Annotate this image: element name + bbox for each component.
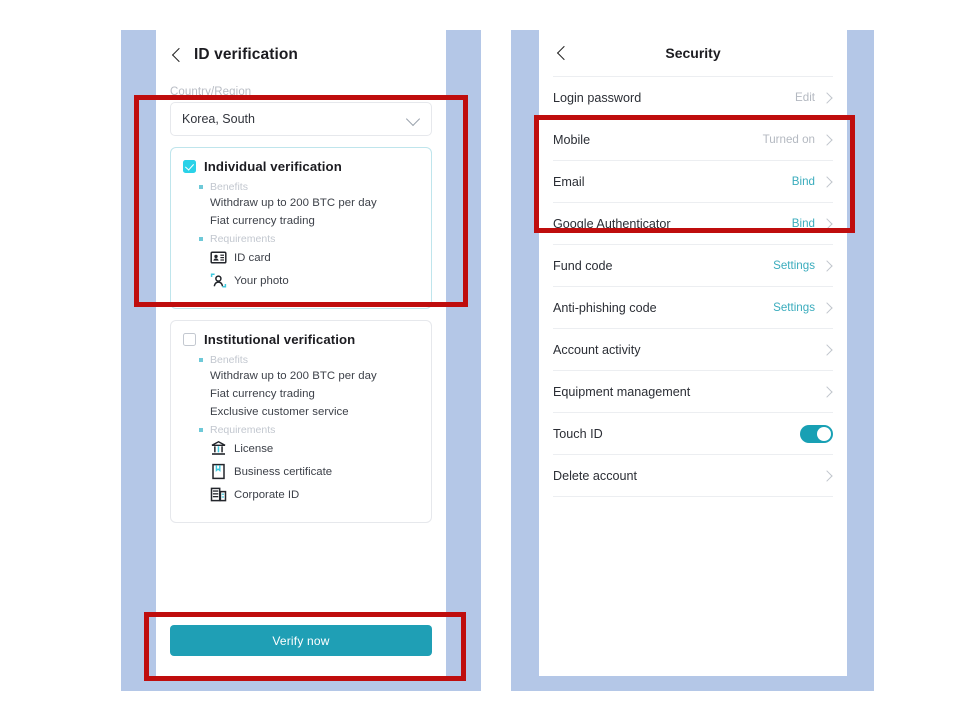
row-value-group: Settings [773,259,833,272]
row-value-group: Edit [795,91,833,104]
security-row-touch-id[interactable]: Touch ID [539,413,847,454]
institutional-requirements-label: Requirements [199,424,419,436]
row-value[interactable]: Settings [773,301,815,314]
row-label: Anti-phishing code [553,300,657,315]
document-certificate-icon [210,463,227,480]
chevron-right-icon [822,218,833,229]
bullet-square-icon [199,358,203,362]
row-value-group: Settings [773,301,833,314]
chevron-left-icon[interactable] [553,44,571,62]
institutional-card-title: Institutional verification [204,332,356,347]
row-value-group: Turned on [763,133,833,146]
row-label: Equipment management [553,384,691,399]
institutional-card-header: Institutional verification [183,332,419,347]
requirement-label: License [234,442,274,455]
security-row-account-activity[interactable]: Account activity [539,329,847,370]
security-row-anti-phishing-code[interactable]: Anti-phishing code Settings [539,287,847,328]
row-label: Google Authenticator [553,216,671,231]
individual-card-title: Individual verification [204,159,342,174]
institutional-checkbox[interactable] [183,333,196,346]
row-value-group: Bind [792,175,833,188]
security-row-delete-account[interactable]: Delete account [539,455,847,496]
bank-license-icon [210,440,227,457]
verify-button-container: Verify now [156,625,446,656]
bullet-square-icon [199,237,203,241]
institutional-benefits-label: Benefits [199,354,419,366]
benefit-item: Fiat currency trading [210,215,315,227]
requirement-label: Corporate ID [234,488,300,501]
id-verification-navbar: ID verification [156,30,446,80]
row-label: Touch ID [553,426,603,441]
portrait-photo-icon [210,272,227,289]
requirement-item: Corporate ID [210,486,419,503]
touch-id-toggle[interactable] [800,424,833,443]
row-label: Account activity [553,342,641,357]
requirement-item: Your photo [210,272,419,289]
security-navbar: Security [539,30,847,76]
row-label: Email [553,174,585,189]
requirement-item: ID card [210,249,419,266]
chevron-right-icon [822,386,833,397]
id-card-icon [210,249,227,266]
individual-requirements-label: Requirements [199,233,419,245]
security-row-fund-code[interactable]: Fund code Settings [539,245,847,286]
benefit-item: Withdraw up to 200 BTC per day [210,197,377,209]
country-region-label: Country/Region [170,86,252,98]
chevron-right-icon [822,470,833,481]
benefit-item: Exclusive customer service [210,406,349,418]
row-value-group [822,470,833,481]
chevron-left-icon[interactable] [168,46,186,64]
bullet-square-icon [199,185,203,189]
row-value-group: Bind [792,217,833,230]
security-row-login-password[interactable]: Login password Edit [539,77,847,118]
page-title: Security [665,45,721,61]
row-label: Delete account [553,468,638,483]
country-region-value: Korea, South [182,112,255,126]
requirement-label: Your photo [234,274,289,287]
row-value-group [822,344,833,355]
security-row-google-authenticator[interactable]: Google Authenticator Bind [539,203,847,244]
requirement-label: Business certificate [234,465,333,478]
row-label: Login password [553,90,642,105]
country-region-select[interactable]: Korea, South [170,102,432,136]
requirement-item: Business certificate [210,463,419,480]
bullet-square-icon [199,428,203,432]
individual-benefits-label: Benefits [199,181,419,193]
divider [553,496,833,497]
chevron-right-icon [822,260,833,271]
chevron-right-icon [822,176,833,187]
security-row-mobile[interactable]: Mobile Turned on [539,119,847,160]
row-value[interactable]: Edit [795,91,815,104]
chevron-down-icon [407,113,420,126]
chevron-right-icon [822,92,833,103]
screenshot-canvas: ID verification Country/Region Korea, So… [0,0,966,724]
individual-verification-card[interactable]: Individual verification Benefits Withdra… [170,147,432,309]
security-row-email[interactable]: Email Bind [539,161,847,202]
requirement-label: ID card [234,251,271,264]
row-value[interactable]: Settings [773,259,815,272]
id-verification-screen: ID verification Country/Region Korea, So… [156,30,446,676]
chevron-right-icon [822,134,833,145]
individual-checkbox[interactable] [183,160,196,173]
row-label: Mobile [553,132,591,147]
requirement-item: License [210,440,419,457]
row-value-group [800,424,833,443]
verify-now-button[interactable]: Verify now [170,625,432,656]
security-row-equipment-management[interactable]: Equipment management [539,371,847,412]
page-title: ID verification [194,46,298,63]
chevron-right-icon [822,302,833,313]
benefit-item: Withdraw up to 200 BTC per day [210,370,377,382]
corporate-building-icon [210,486,227,503]
row-label: Fund code [553,258,613,273]
individual-card-header: Individual verification [183,159,419,174]
row-value: Turned on [762,133,815,146]
row-value[interactable]: Bind [792,217,815,230]
security-screen: Security Login password Edit Mobile Turn… [539,30,847,676]
benefit-item: Fiat currency trading [210,388,315,400]
row-value[interactable]: Bind [792,175,815,188]
institutional-verification-card[interactable]: Institutional verification Benefits With… [170,320,432,523]
row-value-group [822,386,833,397]
chevron-right-icon [822,344,833,355]
